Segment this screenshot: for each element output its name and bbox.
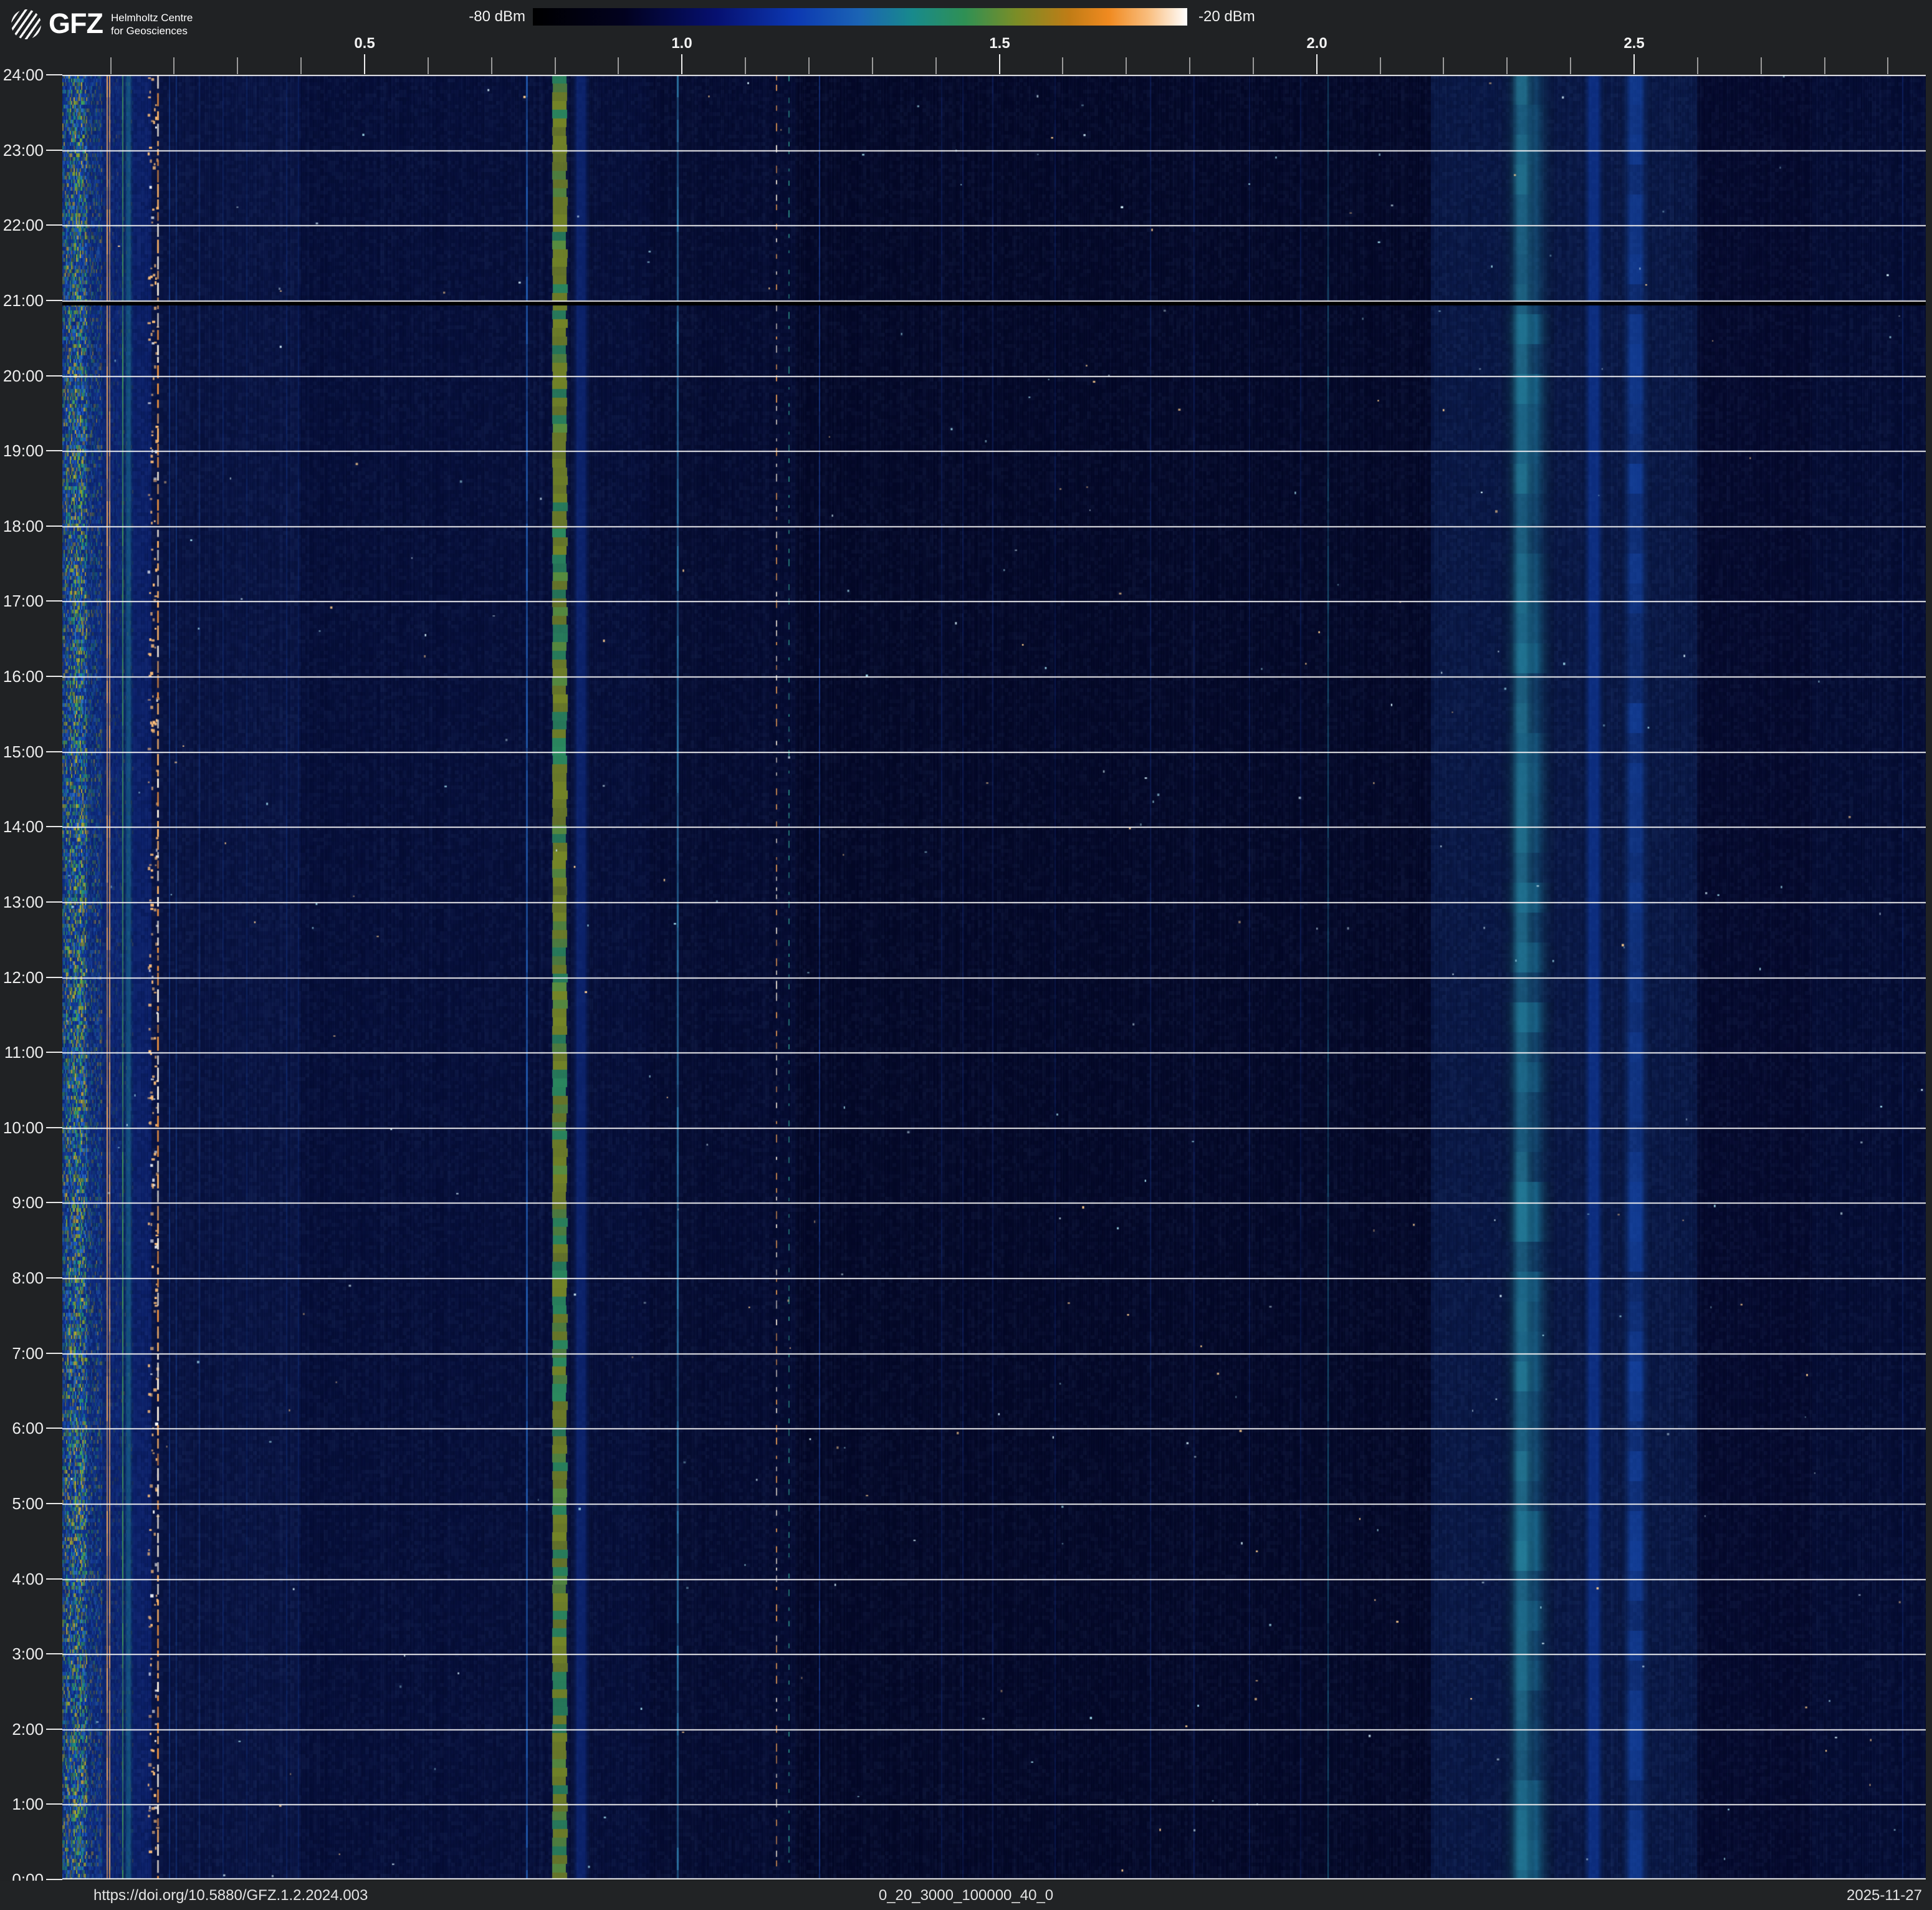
freq-minor-tick	[1253, 57, 1254, 74]
freq-minor-tick	[872, 57, 873, 74]
freq-minor-tick	[491, 57, 492, 74]
time-tick-label: 23:00	[0, 141, 44, 160]
time-tick-label: 15:00	[0, 742, 44, 761]
time-tick-label: 13:00	[0, 893, 44, 911]
freq-major-tick	[999, 54, 1000, 74]
footer: https://doi.org/10.5880/GFZ.1.2.2024.003…	[0, 1881, 1932, 1910]
freq-minor-tick	[1887, 57, 1888, 74]
time-tick-label: 5:00	[0, 1494, 44, 1513]
freq-minor-tick	[1570, 57, 1571, 74]
gfz-logo-subtitle: Helmholtz Centre for Geosciences	[111, 11, 193, 37]
time-tick	[46, 150, 62, 151]
freq-minor-tick	[1062, 57, 1063, 74]
time-tick	[46, 1578, 62, 1580]
freq-tick-label: 2.5	[1609, 35, 1659, 52]
time-tick-label: 11:00	[0, 1043, 44, 1062]
freq-minor-tick	[237, 57, 238, 74]
freq-minor-tick	[1697, 57, 1698, 74]
gfz-logo-icon	[11, 9, 41, 39]
freq-major-tick	[364, 54, 365, 74]
time-tick	[46, 751, 62, 752]
freq-tick-label: 1.5	[975, 35, 1025, 52]
time-tick	[46, 1428, 62, 1429]
time-tick-label: 20:00	[0, 367, 44, 385]
freq-minor-tick	[808, 57, 810, 74]
freq-tick-label: 1.0	[657, 35, 707, 52]
time-tick-label: 9:00	[0, 1193, 44, 1212]
time-tick	[46, 977, 62, 978]
dataset-id: 0_20_3000_100000_40_0	[0, 1887, 1932, 1904]
time-tick	[46, 1052, 62, 1053]
freq-minor-tick	[935, 57, 937, 74]
spectrogram-canvas	[62, 75, 1926, 1879]
time-tick	[46, 525, 62, 527]
time-tick	[46, 1277, 62, 1279]
time-tick	[46, 1503, 62, 1504]
spectrogram-app: GFZ Helmholtz Centre for Geosciences -80…	[0, 0, 1932, 1910]
time-tick	[46, 1803, 62, 1805]
time-tick-label: 2:00	[0, 1720, 44, 1739]
freq-minor-tick	[1380, 57, 1381, 74]
time-tick	[46, 1653, 62, 1654]
colorbar-gradient	[533, 8, 1187, 26]
time-tick-label: 3:00	[0, 1644, 44, 1663]
freq-minor-tick	[1126, 57, 1127, 74]
freq-minor-tick	[300, 57, 302, 74]
time-tick-label: 12:00	[0, 968, 44, 987]
freq-minor-tick	[428, 57, 429, 74]
time-tick-label: 16:00	[0, 667, 44, 686]
freq-minor-tick	[1761, 57, 1762, 74]
colorbar-max-label: -20 dBm	[1198, 8, 1336, 26]
time-tick	[46, 1729, 62, 1730]
time-tick-label: 22:00	[0, 216, 44, 234]
time-tick	[46, 600, 62, 602]
freq-minor-tick	[745, 57, 746, 74]
freq-minor-tick	[173, 57, 175, 74]
time-tick	[46, 1353, 62, 1354]
gfz-logo-line1: Helmholtz Centre	[111, 11, 193, 24]
time-tick	[46, 826, 62, 827]
time-tick-label: 1:00	[0, 1795, 44, 1813]
freq-minor-tick	[618, 57, 619, 74]
time-tick-label: 14:00	[0, 817, 44, 836]
freq-minor-tick	[1189, 57, 1190, 74]
time-tick-label: 4:00	[0, 1570, 44, 1588]
colorbar-min-label: -80 dBm	[401, 8, 525, 26]
freq-minor-tick	[110, 57, 112, 74]
time-tick	[46, 676, 62, 677]
time-tick	[46, 300, 62, 301]
time-tick-label: 21:00	[0, 291, 44, 310]
time-tick	[46, 901, 62, 903]
freq-minor-tick	[1506, 57, 1508, 74]
time-tick	[46, 1127, 62, 1128]
freq-major-tick	[1316, 54, 1317, 74]
time-tick-label: 6:00	[0, 1419, 44, 1437]
date-label: 2025-11-27	[1847, 1887, 1922, 1904]
time-tick-label: 24:00	[0, 65, 44, 84]
freq-major-tick	[1633, 54, 1635, 74]
time-tick-label: 18:00	[0, 517, 44, 535]
freq-major-tick	[681, 54, 682, 74]
time-tick	[46, 375, 62, 377]
gfz-logo-acronym: GFZ	[49, 7, 103, 40]
gfz-logo-line2: for Geosciences	[111, 24, 193, 37]
freq-minor-tick	[1443, 57, 1444, 74]
time-tick-label: 8:00	[0, 1269, 44, 1287]
time-tick-label: 10:00	[0, 1118, 44, 1137]
freq-minor-tick	[1824, 57, 1825, 74]
time-tick	[46, 1879, 62, 1880]
time-tick-label: 17:00	[0, 592, 44, 610]
time-tick	[46, 1202, 62, 1203]
time-tick	[46, 450, 62, 451]
time-tick-label: 19:00	[0, 441, 44, 460]
freq-tick-label: 0.5	[340, 35, 390, 52]
time-tick	[46, 74, 62, 75]
time-tick-label: 7:00	[0, 1344, 44, 1363]
time-tick	[46, 224, 62, 226]
freq-minor-tick	[555, 57, 556, 74]
freq-tick-label: 2.0	[1292, 35, 1342, 52]
